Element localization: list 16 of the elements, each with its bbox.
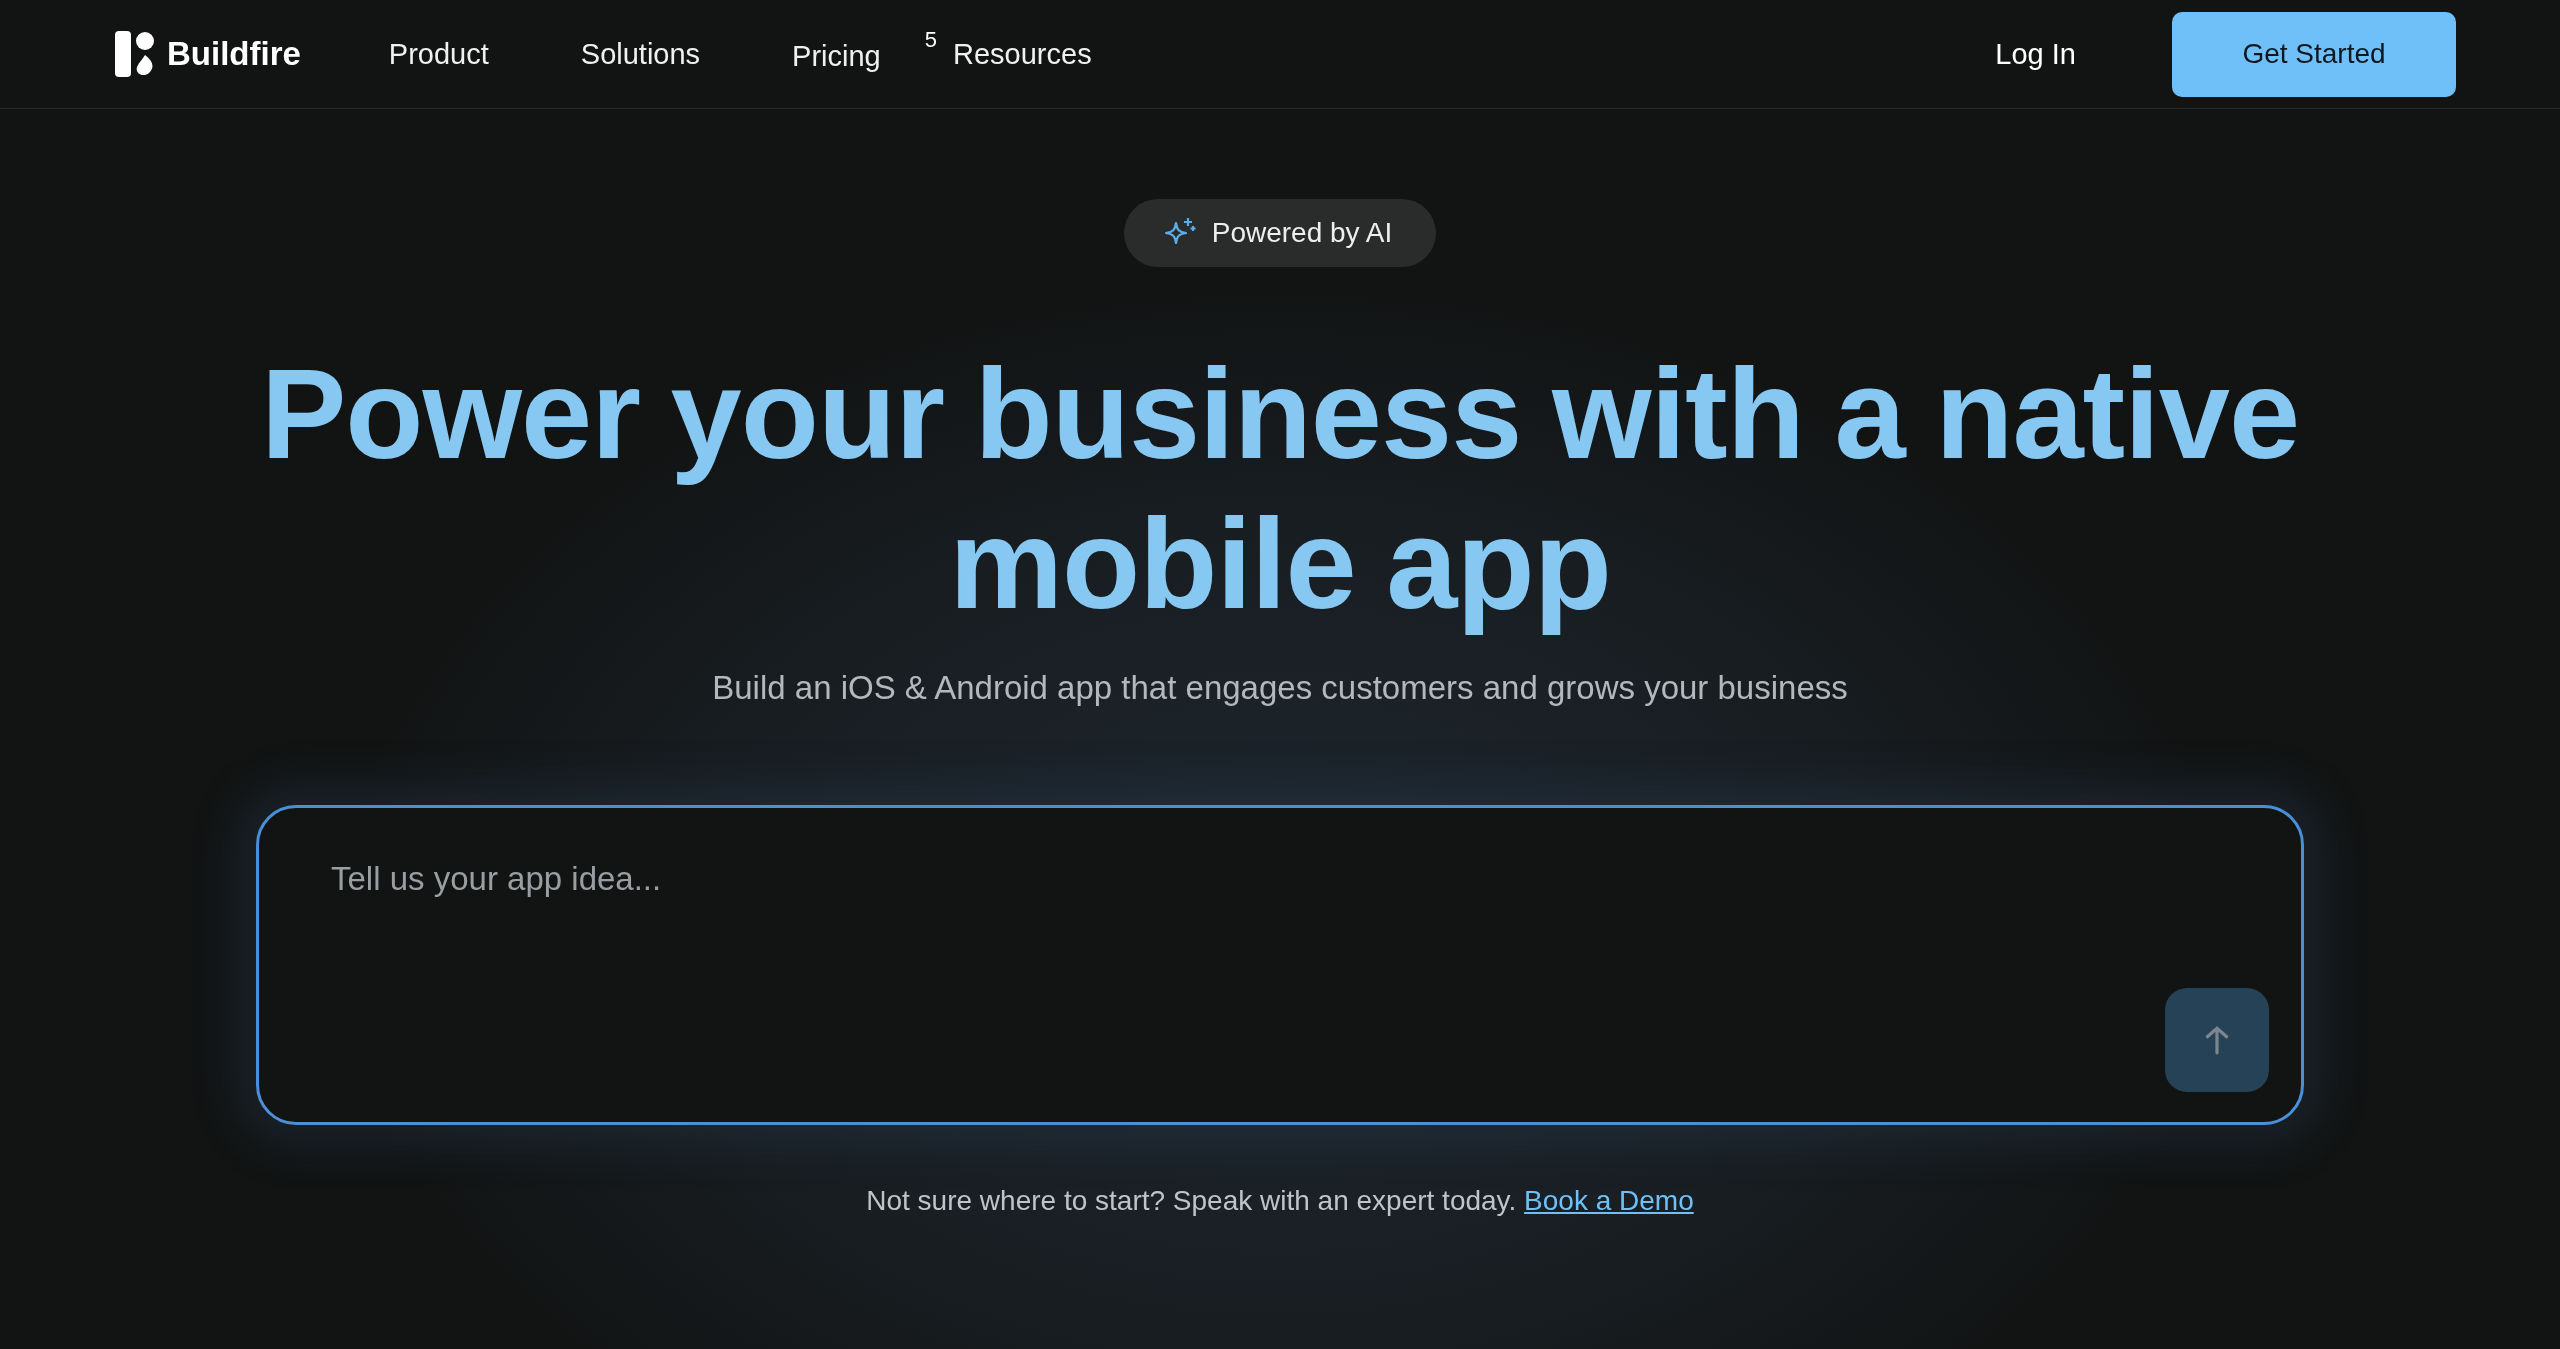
logo-icon[interactable] <box>115 31 155 77</box>
count-label: 5 <box>924 27 937 53</box>
nav-link[interactable]: Resources <box>953 37 1092 71</box>
get-started-button[interactable]: Get Started <box>2172 11 2456 97</box>
nav-link[interactable]: Solutions <box>580 37 701 71</box>
app-idea-field[interactable]: Tell us your app idea... <box>329 858 2033 906</box>
up-arrow-icon <box>2204 1025 2230 1055</box>
login-link[interactable]: Log In <box>1995 37 2076 71</box>
footer-text: Not sure where to start? Speak with an expert today. <box>866 1185 1517 1216</box>
brand-name[interactable]: Buildfire <box>167 35 301 73</box>
headline: Power your business with a native mobile app <box>259 341 2301 637</box>
nav-link[interactable]: Pricing <box>792 39 881 73</box>
nav-link[interactable]: Product <box>388 37 489 71</box>
subtitle: Build an iOS & Android app that engages customers and grows your business <box>712 669 1848 707</box>
book-demo-link[interactable]: Book a Demo <box>1524 1185 1694 1216</box>
pill-label: Powered by AI <box>1211 217 1393 249</box>
